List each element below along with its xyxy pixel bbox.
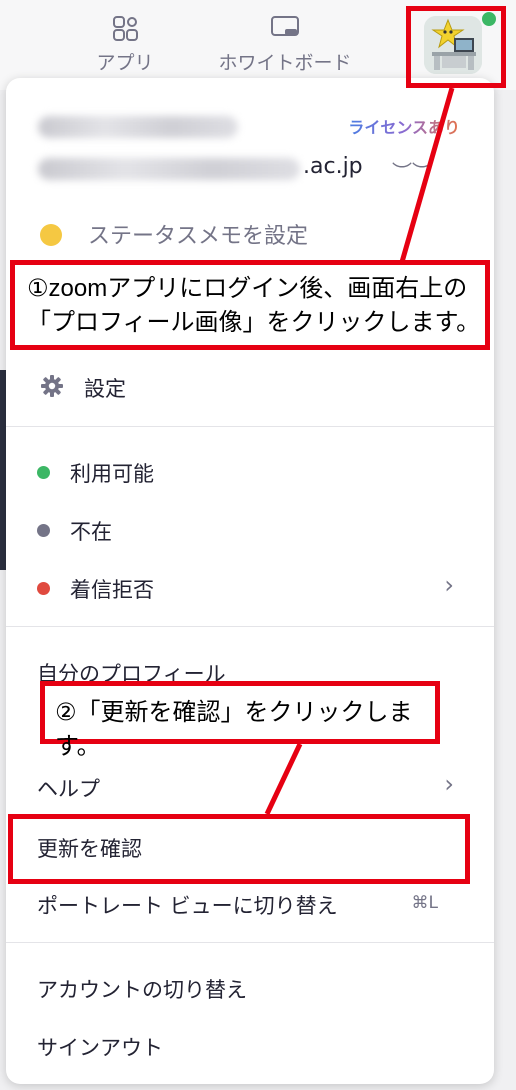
- check-updates-highlight-box: [8, 814, 470, 884]
- step1-line2: 「プロフィール画像」をクリックします。: [27, 309, 481, 336]
- annotation-arrows: [264, 87, 455, 816]
- step1-line1: ①zoomアプリにログイン後、画面右上の: [27, 275, 468, 302]
- step2-callout: ②「更新を確認」をクリックします。: [40, 681, 440, 760]
- avatar-highlight-box: [406, 6, 506, 88]
- step1-callout: ①zoomアプリにログイン後、画面右上の 「プロフィール画像」をクリックします。: [10, 260, 490, 350]
